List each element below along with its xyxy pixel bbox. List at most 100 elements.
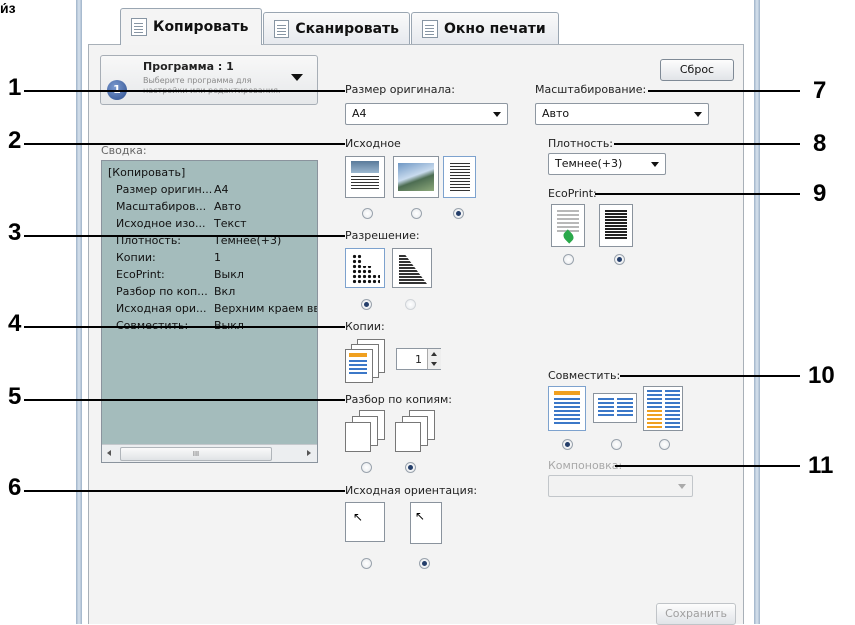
chevron-down-icon — [493, 112, 501, 117]
text-lines-icon — [351, 176, 379, 191]
program-dropdown-arrow-icon[interactable] — [291, 74, 303, 81]
chevron-down-icon — [651, 162, 659, 167]
summary-group: [Копировать] — [108, 166, 186, 179]
arrow-up-left-icon: ↖ — [353, 510, 364, 524]
density-select[interactable]: Темнее(+3) — [548, 153, 666, 175]
text-photo-radio[interactable] — [362, 208, 373, 219]
summary-horizontal-scrollbar[interactable]: III — [102, 444, 317, 462]
combine-4in1-radio[interactable] — [659, 439, 670, 450]
zoom-select[interactable]: Авто — [535, 103, 709, 125]
resolution-high-radio[interactable] — [361, 299, 372, 310]
orientation-top-radio[interactable] — [361, 558, 372, 569]
orientation-top-icon[interactable]: ↖ — [345, 502, 385, 542]
combine-2in1-radio[interactable] — [611, 439, 622, 450]
copies-stepper[interactable]: 1 — [396, 348, 441, 370]
arrow-up-icon — [431, 352, 437, 356]
summary-row-value: A4 — [214, 183, 229, 196]
combine-2in1-icon[interactable] — [593, 393, 637, 423]
summary-row-name: Исходное изо... — [116, 217, 206, 230]
resolution-high-icon[interactable] — [345, 248, 385, 288]
combine-4in1-icon[interactable] — [643, 386, 683, 431]
zoom-value: Авто — [542, 107, 570, 120]
chevron-down-icon — [678, 484, 686, 489]
ecoprint-off-icon[interactable] — [599, 204, 633, 247]
program-title: Программа : 1 — [143, 60, 234, 73]
text-photo-icon[interactable] — [345, 156, 385, 198]
text-icon[interactable] — [443, 156, 476, 198]
callout-line — [595, 193, 800, 195]
summary-heading: Сводка: — [101, 144, 147, 157]
tab-print-window-label: Окно печати — [444, 20, 546, 37]
layout-select[interactable] — [548, 475, 693, 497]
page-front-icon — [345, 349, 373, 383]
ecoprint-on-icon[interactable] — [551, 204, 585, 247]
program-hint-line1: Выберите программа для — [143, 76, 252, 85]
tab-print-window[interactable]: Окно печати — [411, 12, 559, 44]
summary-list: [Копировать] Размер оригин... A4 Масштаб… — [101, 160, 318, 463]
text-radio[interactable] — [453, 208, 464, 219]
callout-line — [24, 490, 345, 492]
landscape-photo-icon — [398, 163, 434, 191]
window-left-border — [76, 0, 82, 624]
original-size-select[interactable]: A4 — [345, 103, 508, 125]
collate-on-icon[interactable] — [395, 410, 437, 452]
dark-text-lines — [605, 210, 627, 240]
layout-label: Компоновка: — [548, 459, 623, 472]
summary-row-value: 1 — [214, 251, 221, 264]
page-text-lines — [647, 390, 662, 408]
arrow-up-left-icon: ↖ — [415, 509, 426, 523]
combine-off-icon[interactable] — [548, 386, 586, 431]
tab-scan[interactable]: Сканировать — [263, 12, 410, 44]
copies-stack-icon — [345, 339, 385, 383]
scroll-right-arrow-icon[interactable] — [307, 450, 311, 456]
combine-label: Совместить: — [548, 369, 621, 382]
photo-radio[interactable] — [411, 208, 422, 219]
callout-line — [24, 90, 345, 92]
summary-row-value: Вкл — [214, 285, 236, 298]
resolution-low-icon[interactable] — [392, 248, 432, 288]
collate-on-radio[interactable] — [405, 462, 416, 473]
summary-row-name: Масштабиров... — [116, 200, 207, 213]
page-text-lines — [647, 410, 662, 428]
summary-row-value: Выкл — [214, 268, 244, 281]
callout-number: 5 — [8, 383, 22, 410]
summary-row-name: EcoPrint: — [116, 268, 165, 281]
dots-dense-icon — [352, 254, 380, 284]
page-text-lines — [349, 360, 367, 376]
callout-number: 9 — [813, 180, 827, 207]
density-value: Темнее(+3) — [555, 157, 623, 170]
photo-icon[interactable] — [393, 156, 439, 198]
scroll-left-arrow-icon[interactable] — [107, 450, 111, 456]
callout-line — [24, 399, 345, 401]
tab-copy[interactable]: Копировать — [120, 8, 262, 45]
collate-page-icon — [395, 422, 421, 452]
collate-off-radio[interactable] — [361, 462, 372, 473]
callout-number: 11 — [808, 452, 834, 479]
ecoprint-on-radio[interactable] — [563, 254, 574, 265]
orientation-left-icon[interactable]: ↖ — [410, 502, 442, 544]
scroll-thumb[interactable]: III — [120, 447, 272, 461]
reset-button[interactable]: Сброс — [660, 59, 734, 81]
save-button[interactable]: Сохранить — [656, 603, 736, 625]
page-text-lines — [665, 410, 680, 428]
resolution-low-radio[interactable] — [405, 299, 416, 310]
ecoprint-off-radio[interactable] — [614, 254, 625, 265]
callout-number: 8 — [813, 130, 827, 157]
callout-number: 3 — [8, 219, 22, 246]
summary-row-name: Исходная ори... — [116, 302, 207, 315]
page-header-bar — [554, 391, 580, 395]
stepper-down-icon[interactable] — [427, 359, 441, 369]
resolution-label: Разрешение: — [345, 229, 420, 242]
combine-off-radio[interactable] — [562, 439, 573, 450]
orientation-left-radio[interactable] — [419, 558, 430, 569]
callout-number: 2 — [8, 127, 22, 154]
print-doc-icon — [422, 19, 438, 38]
collate-off-icon[interactable]: ​ — [345, 410, 387, 452]
copies-label: Копии: — [345, 320, 385, 333]
program-selector[interactable]: Программа : 1 1 Выберите программа для н… — [100, 55, 318, 105]
original-image-label: Исходное — [345, 137, 401, 150]
original-size-label: Размер оригинала: — [345, 83, 455, 96]
callout-line — [615, 465, 800, 467]
density-label: Плотность: — [548, 137, 614, 150]
window-right-border — [754, 0, 760, 624]
